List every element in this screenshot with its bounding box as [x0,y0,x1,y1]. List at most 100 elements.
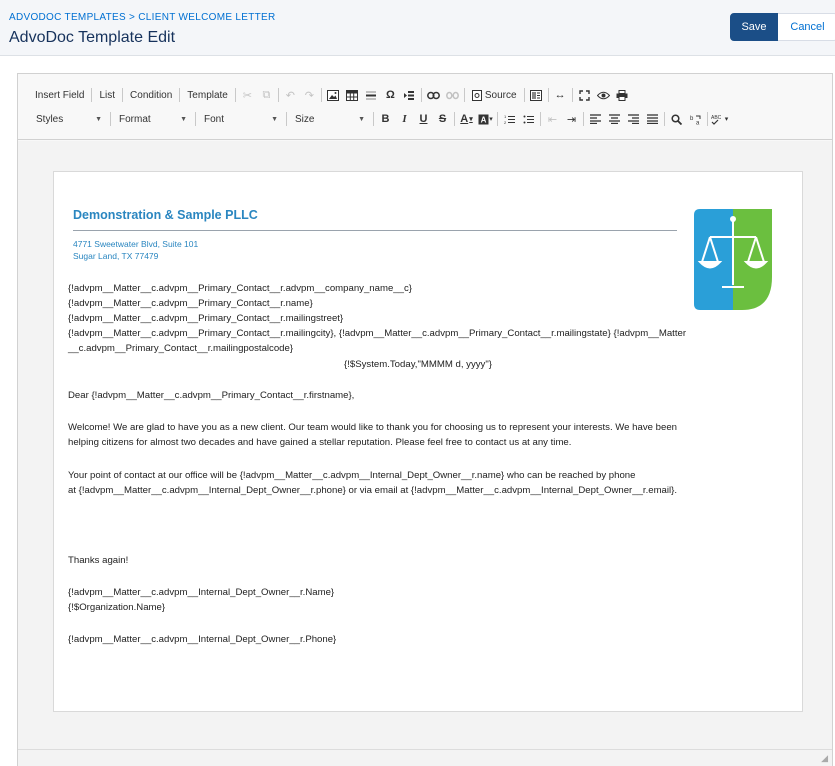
toolbar-separator [286,112,287,126]
header-divider [73,230,677,231]
decrease-indent-icon[interactable]: ⇤ [543,109,562,129]
header-button-group: Save Cancel [730,13,835,41]
strikethrough-icon[interactable]: S [433,109,452,129]
chevron-down-icon: ▼ [358,115,365,123]
document-area[interactable]: Demonstration & Sample PLLC 4771 Sweetwa… [18,141,832,749]
cut-icon[interactable]: ✂ [238,85,257,105]
templates-icon[interactable] [527,85,546,105]
maximize-icon[interactable] [575,85,594,105]
image-icon[interactable] [324,85,343,105]
page-title: AdvoDoc Template Edit [9,29,176,46]
toolbar-separator [320,88,322,102]
find-icon[interactable] [667,109,686,129]
svg-text:b: b [690,116,694,122]
paragraph-contact-line-2: at {!advpm__Matter__c.advpm__Internal_De… [68,485,678,496]
background-color-icon[interactable]: A ▾ [476,109,495,129]
justify-icon[interactable] [643,109,662,129]
styles-label: Styles [36,113,64,125]
format-label: Format [119,113,151,125]
closing: Thanks again! [68,555,129,566]
breadcrumb[interactable]: ADVODOC TEMPLATES > CLIENT WELCOME LETTE… [9,12,276,23]
toolbar-row-2: Styles ▼ Format ▼ Font ▼ Size ▼ B I U S [30,109,729,129]
address-line-1: 4771 Sweetwater Blvd, Suite 101 [73,239,199,249]
toolbar-separator [234,88,236,102]
paragraph-welcome-line-2: helping citizens for almost two decades … [68,437,572,448]
page-header: ADVODOC TEMPLATES > CLIENT WELCOME LETTE… [0,0,835,56]
toolbar-separator [420,88,422,102]
toolbar-separator [277,88,279,102]
full-width-icon[interactable]: ↔ [551,85,570,105]
source-button[interactable]: Source [467,85,522,105]
copy-icon[interactable]: ⧉ [257,85,276,105]
toolbar-separator [571,88,573,102]
address-line-2: Sugar Land, TX 77479 [73,251,159,261]
svg-text:2: 2 [504,120,507,125]
toolbar-separator [179,88,181,102]
toolbar-separator [454,112,455,126]
bold-icon[interactable]: B [376,109,395,129]
align-right-icon[interactable] [624,109,643,129]
align-center-icon[interactable] [605,109,624,129]
bulleted-list-icon[interactable] [519,109,538,129]
text-color-icon[interactable]: A ▾ [457,109,476,129]
signature-owner-phone: {!advpm__Matter__c.advpm__Internal_Dept_… [68,634,337,645]
source-label: Source [484,89,517,101]
italic-icon[interactable]: I [395,109,414,129]
underline-icon[interactable]: U [414,109,433,129]
scales-of-justice-logo [694,209,772,310]
signature-owner-name: {!advpm__Matter__c.advpm__Internal_Dept_… [68,587,335,598]
merge-line-postal: __c.advpm__Primary_Contact__r.mailingpos… [68,343,294,354]
increase-indent-icon[interactable]: ⇥ [562,109,581,129]
toolbar-separator [583,112,584,126]
template-button[interactable]: Template [182,85,233,105]
replace-icon[interactable]: ba [686,109,705,129]
editor-toolbar: Insert Field List Condition Template ✂ ⧉… [18,74,832,140]
toolbar-row-1: Insert Field List Condition Template ✂ ⧉… [30,85,632,105]
page-break-icon[interactable] [400,85,419,105]
chevron-down-icon: ▼ [180,115,187,123]
editor-status-bar: ◢ [18,749,832,766]
date-field: {!$System.Today,"MMMM d, yyyy"} [344,359,492,370]
condition-button[interactable]: Condition [125,85,177,105]
toolbar-separator [547,88,549,102]
merge-line-name: {!advpm__Matter__c.advpm__Primary_Contac… [68,298,313,309]
toolbar-separator [463,88,465,102]
list-button[interactable]: List [94,85,120,105]
merge-line-street: {!advpm__Matter__c.advpm__Primary_Contac… [68,313,344,324]
chevron-down-icon: ▼ [271,115,278,123]
toolbar-separator [664,112,665,126]
redo-icon[interactable]: ↷ [300,85,319,105]
table-icon[interactable] [343,85,362,105]
preview-icon[interactable] [594,85,613,105]
firm-name: Demonstration & Sample PLLC [73,208,258,222]
rich-text-editor: Insert Field List Condition Template ✂ ⧉… [17,73,833,766]
special-character-icon[interactable]: Ω [381,85,400,105]
toolbar-separator [91,88,93,102]
undo-icon[interactable]: ↶ [281,85,300,105]
insert-field-button[interactable]: Insert Field [30,85,89,105]
format-dropdown[interactable]: Format ▼ [113,109,193,129]
unlink-icon[interactable] [443,85,462,105]
styles-dropdown[interactable]: Styles ▼ [30,109,108,129]
print-icon[interactable] [613,85,632,105]
toolbar-separator [373,112,374,126]
numbered-list-icon[interactable]: 12 [500,109,519,129]
align-left-icon[interactable] [586,109,605,129]
svg-text:ABC: ABC [711,115,722,121]
svg-text:a: a [696,120,700,125]
paragraph-welcome-line-1: Welcome! We are glad to have you as a ne… [68,422,677,433]
toolbar-separator [122,88,124,102]
save-button[interactable]: Save [730,13,778,41]
toolbar-separator [497,112,498,126]
font-dropdown[interactable]: Font ▼ [198,109,284,129]
link-icon[interactable] [424,85,443,105]
toolbar-separator [707,112,708,126]
letter-page[interactable]: Demonstration & Sample PLLC 4771 Sweetwa… [53,171,803,712]
spellcheck-icon[interactable]: ABC ▾ [710,109,729,129]
cancel-button[interactable]: Cancel [778,13,835,41]
resize-handle-icon[interactable]: ◢ [821,753,828,764]
signature-organization: {!$Organization.Name} [68,602,166,613]
chevron-down-icon: ▼ [95,115,102,123]
horizontal-line-icon[interactable] [362,85,381,105]
size-dropdown[interactable]: Size ▼ [289,109,371,129]
